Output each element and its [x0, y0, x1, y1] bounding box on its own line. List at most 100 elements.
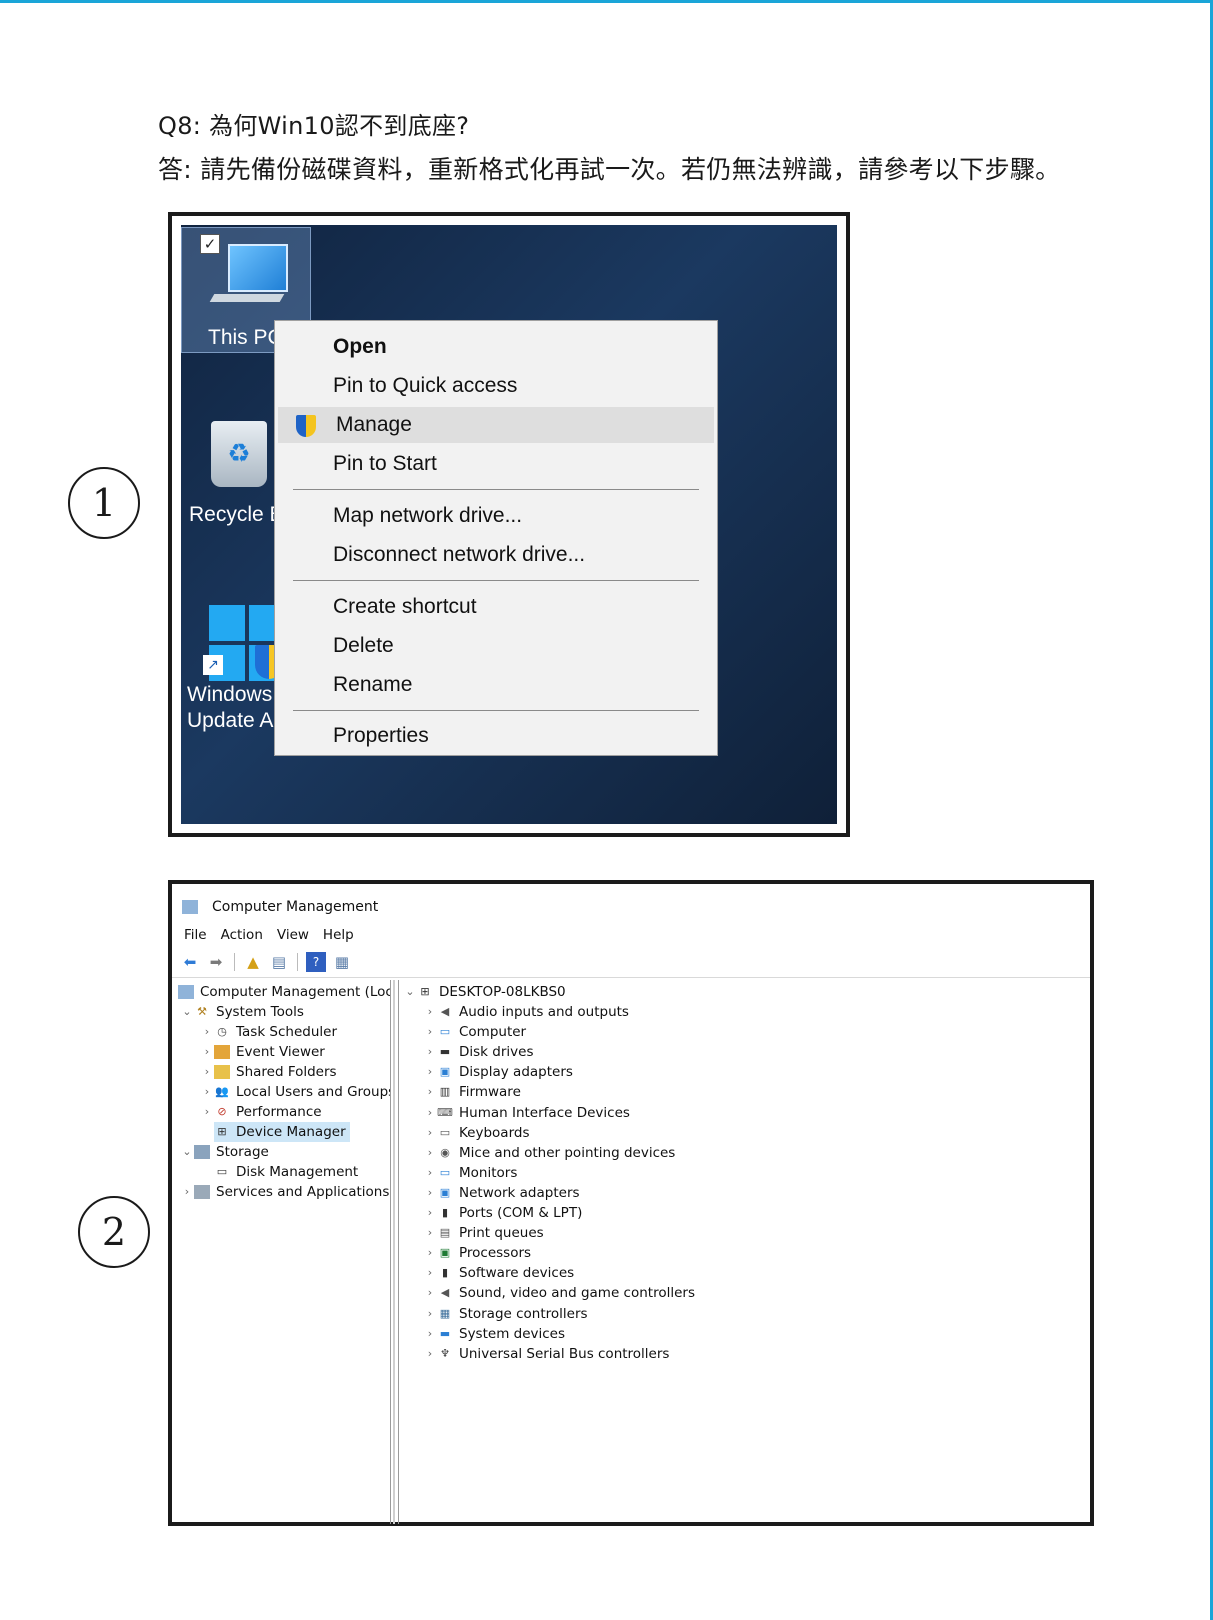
checkbox-icon[interactable]: ✓: [200, 234, 220, 254]
chevron-right-icon[interactable]: ›: [423, 1304, 437, 1324]
device-category-item[interactable]: › ▣ Network adapters: [423, 1183, 580, 1203]
device-category-icon: ⌨: [437, 1105, 453, 1119]
keyboard-shape: [209, 294, 285, 302]
chevron-right-icon[interactable]: ›: [200, 1022, 214, 1042]
tree-label: Device Manager: [236, 1124, 346, 1140]
device-category-item[interactable]: › ▦ Storage controllers: [423, 1304, 588, 1324]
desktop: ✓ This PC ♻ Recycle B ↗ Windows Update A…: [181, 225, 837, 824]
device-category-item[interactable]: › ▬ System devices: [423, 1324, 565, 1344]
chevron-right-icon[interactable]: ›: [200, 1082, 214, 1102]
device-category-item[interactable]: › ▮ Ports (COM & LPT): [423, 1203, 583, 1223]
device-category-item[interactable]: › ▣ Processors: [423, 1243, 531, 1263]
device-category-item[interactable]: › ⌨ Human Interface Devices: [423, 1103, 630, 1123]
chevron-right-icon[interactable]: ›: [423, 1143, 437, 1163]
menu-view[interactable]: View: [277, 927, 309, 943]
menu-item-disconnect-drive[interactable]: Disconnect network drive...: [275, 537, 717, 573]
chevron-right-icon[interactable]: ›: [423, 1163, 437, 1183]
device-category-label: Monitors: [459, 1164, 518, 1181]
device-category-label: Audio inputs and outputs: [459, 1004, 629, 1020]
device-category-item[interactable]: › ◀ Sound, video and game controllers: [423, 1283, 695, 1303]
chevron-right-icon[interactable]: ›: [423, 1082, 437, 1102]
device-category-item[interactable]: › ▭ Monitors: [423, 1163, 518, 1183]
users-icon: 👥: [215, 1085, 229, 1098]
chevron-right-icon[interactable]: ›: [423, 1123, 437, 1143]
chevron-down-icon[interactable]: ⌄: [180, 1002, 194, 1022]
device-category-item[interactable]: › ▥ Firmware: [423, 1082, 521, 1102]
menu-item-manage[interactable]: Manage: [278, 407, 714, 443]
menu-item-delete[interactable]: Delete: [275, 628, 717, 664]
device-category-icon: ▭: [439, 1025, 451, 1039]
chevron-right-icon[interactable]: ›: [423, 1324, 437, 1344]
menu-item-create-shortcut[interactable]: Create shortcut: [275, 589, 717, 625]
chevron-right-icon[interactable]: ›: [423, 1344, 437, 1364]
device-category-item[interactable]: › ◀ Audio inputs and outputs: [423, 1002, 629, 1022]
chevron-right-icon[interactable]: ›: [200, 1042, 214, 1062]
device-category-item[interactable]: › ▬ Disk drives: [423, 1042, 534, 1062]
chevron-right-icon[interactable]: ›: [423, 1103, 437, 1123]
menu-action[interactable]: Action: [221, 927, 263, 943]
clock-icon: ◷: [217, 1025, 227, 1038]
show-hide-tree-icon[interactable]: ▤: [269, 952, 289, 972]
windows-update-label-line1: Windows: [187, 683, 273, 706]
device-category-label: Network adapters: [459, 1184, 580, 1201]
tree-item-disk-management[interactable]: ▭ Disk Management: [214, 1162, 358, 1182]
tree-item-task-scheduler[interactable]: › ◷ Task Scheduler: [200, 1022, 337, 1042]
help-icon[interactable]: ?: [306, 952, 326, 972]
chevron-right-icon[interactable]: ›: [180, 1182, 194, 1202]
chevron-down-icon[interactable]: ⌄: [403, 982, 417, 1002]
device-root[interactable]: ⌄ ⊞ DESKTOP-08LKBS0: [403, 982, 565, 1002]
up-folder-icon[interactable]: ▲: [243, 952, 263, 972]
chevron-right-icon[interactable]: ›: [423, 1042, 437, 1062]
chevron-right-icon[interactable]: ›: [200, 1102, 214, 1122]
device-category-item[interactable]: › ♆ Universal Serial Bus controllers: [423, 1344, 670, 1364]
chevron-down-icon[interactable]: ⌄: [180, 1142, 194, 1162]
menu-item-open[interactable]: Open: [275, 329, 717, 365]
device-category-icon: ▣: [439, 1065, 451, 1079]
chevron-right-icon[interactable]: ›: [423, 1243, 437, 1263]
tree-item-shared-folders[interactable]: › Shared Folders: [200, 1062, 337, 1082]
chevron-right-icon[interactable]: ›: [200, 1062, 214, 1082]
chevron-right-icon[interactable]: ›: [423, 1263, 437, 1283]
pane-splitter[interactable]: [393, 980, 395, 1524]
menu-item-pin-quick-access[interactable]: Pin to Quick access: [275, 368, 717, 404]
step-number-2: 2: [78, 1196, 150, 1268]
device-category-item[interactable]: › ◉ Mice and other pointing devices: [423, 1143, 676, 1163]
menu-item-pin-start[interactable]: Pin to Start: [275, 446, 717, 482]
tree-item-storage[interactable]: ⌄ Storage: [180, 1142, 269, 1162]
menu-help[interactable]: Help: [323, 927, 354, 943]
menu-item-properties[interactable]: Properties: [275, 718, 717, 754]
chevron-right-icon[interactable]: ›: [423, 1062, 437, 1082]
forward-arrow-icon[interactable]: ➡: [206, 952, 226, 972]
chevron-right-icon[interactable]: ›: [423, 1183, 437, 1203]
device-category-item[interactable]: › ▤ Print queues: [423, 1223, 544, 1243]
storage-icon: [194, 1145, 210, 1159]
tree-item-local-users[interactable]: › 👥 Local Users and Groups: [200, 1082, 390, 1102]
tree-label: Storage: [216, 1144, 269, 1160]
properties-view-icon[interactable]: ▦: [332, 952, 352, 972]
menu-item-map-drive[interactable]: Map network drive...: [275, 498, 717, 534]
device-category-item[interactable]: › ▭ Keyboards: [423, 1123, 530, 1143]
device-category-item[interactable]: › ▮ Software devices: [423, 1263, 574, 1283]
device-category-item[interactable]: › ▣ Display adapters: [423, 1062, 573, 1082]
tree-item-system-tools[interactable]: ⌄ ⚒ System Tools: [180, 1002, 304, 1022]
menu-item-manage-label: Manage: [336, 413, 412, 436]
back-arrow-icon[interactable]: ⬅: [180, 952, 200, 972]
chevron-right-icon[interactable]: ›: [423, 1022, 437, 1042]
tree-item-event-viewer[interactable]: › Event Viewer: [200, 1042, 325, 1062]
chevron-right-icon[interactable]: ›: [423, 1283, 437, 1303]
tree-item-device-manager[interactable]: ⊞ Device Manager: [214, 1122, 350, 1142]
device-category-item[interactable]: › ▭ Computer: [423, 1022, 526, 1042]
tree-item-services-apps[interactable]: › Services and Applications: [180, 1182, 390, 1202]
device-category-icon: ▣: [439, 1246, 451, 1260]
tree-item-performance[interactable]: › ⊘ Performance: [200, 1102, 322, 1122]
computer-management-window: Computer Management File Action View Hel…: [168, 880, 1094, 1526]
menu-file[interactable]: File: [184, 927, 207, 943]
tree-item-computer-management[interactable]: Computer Management (Local: [178, 982, 391, 1002]
chevron-right-icon[interactable]: ›: [423, 1002, 437, 1022]
tree-label: Computer Management (Local: [200, 984, 391, 1000]
menu-item-rename[interactable]: Rename: [275, 667, 717, 703]
device-tree: ⌄ ⊞ DESKTOP-08LKBS0 › ◀ Audio inputs and o…: [398, 980, 1089, 1524]
chevron-right-icon[interactable]: ›: [423, 1203, 437, 1223]
device-category-label: Print queues: [459, 1225, 544, 1242]
chevron-right-icon[interactable]: ›: [423, 1223, 437, 1243]
